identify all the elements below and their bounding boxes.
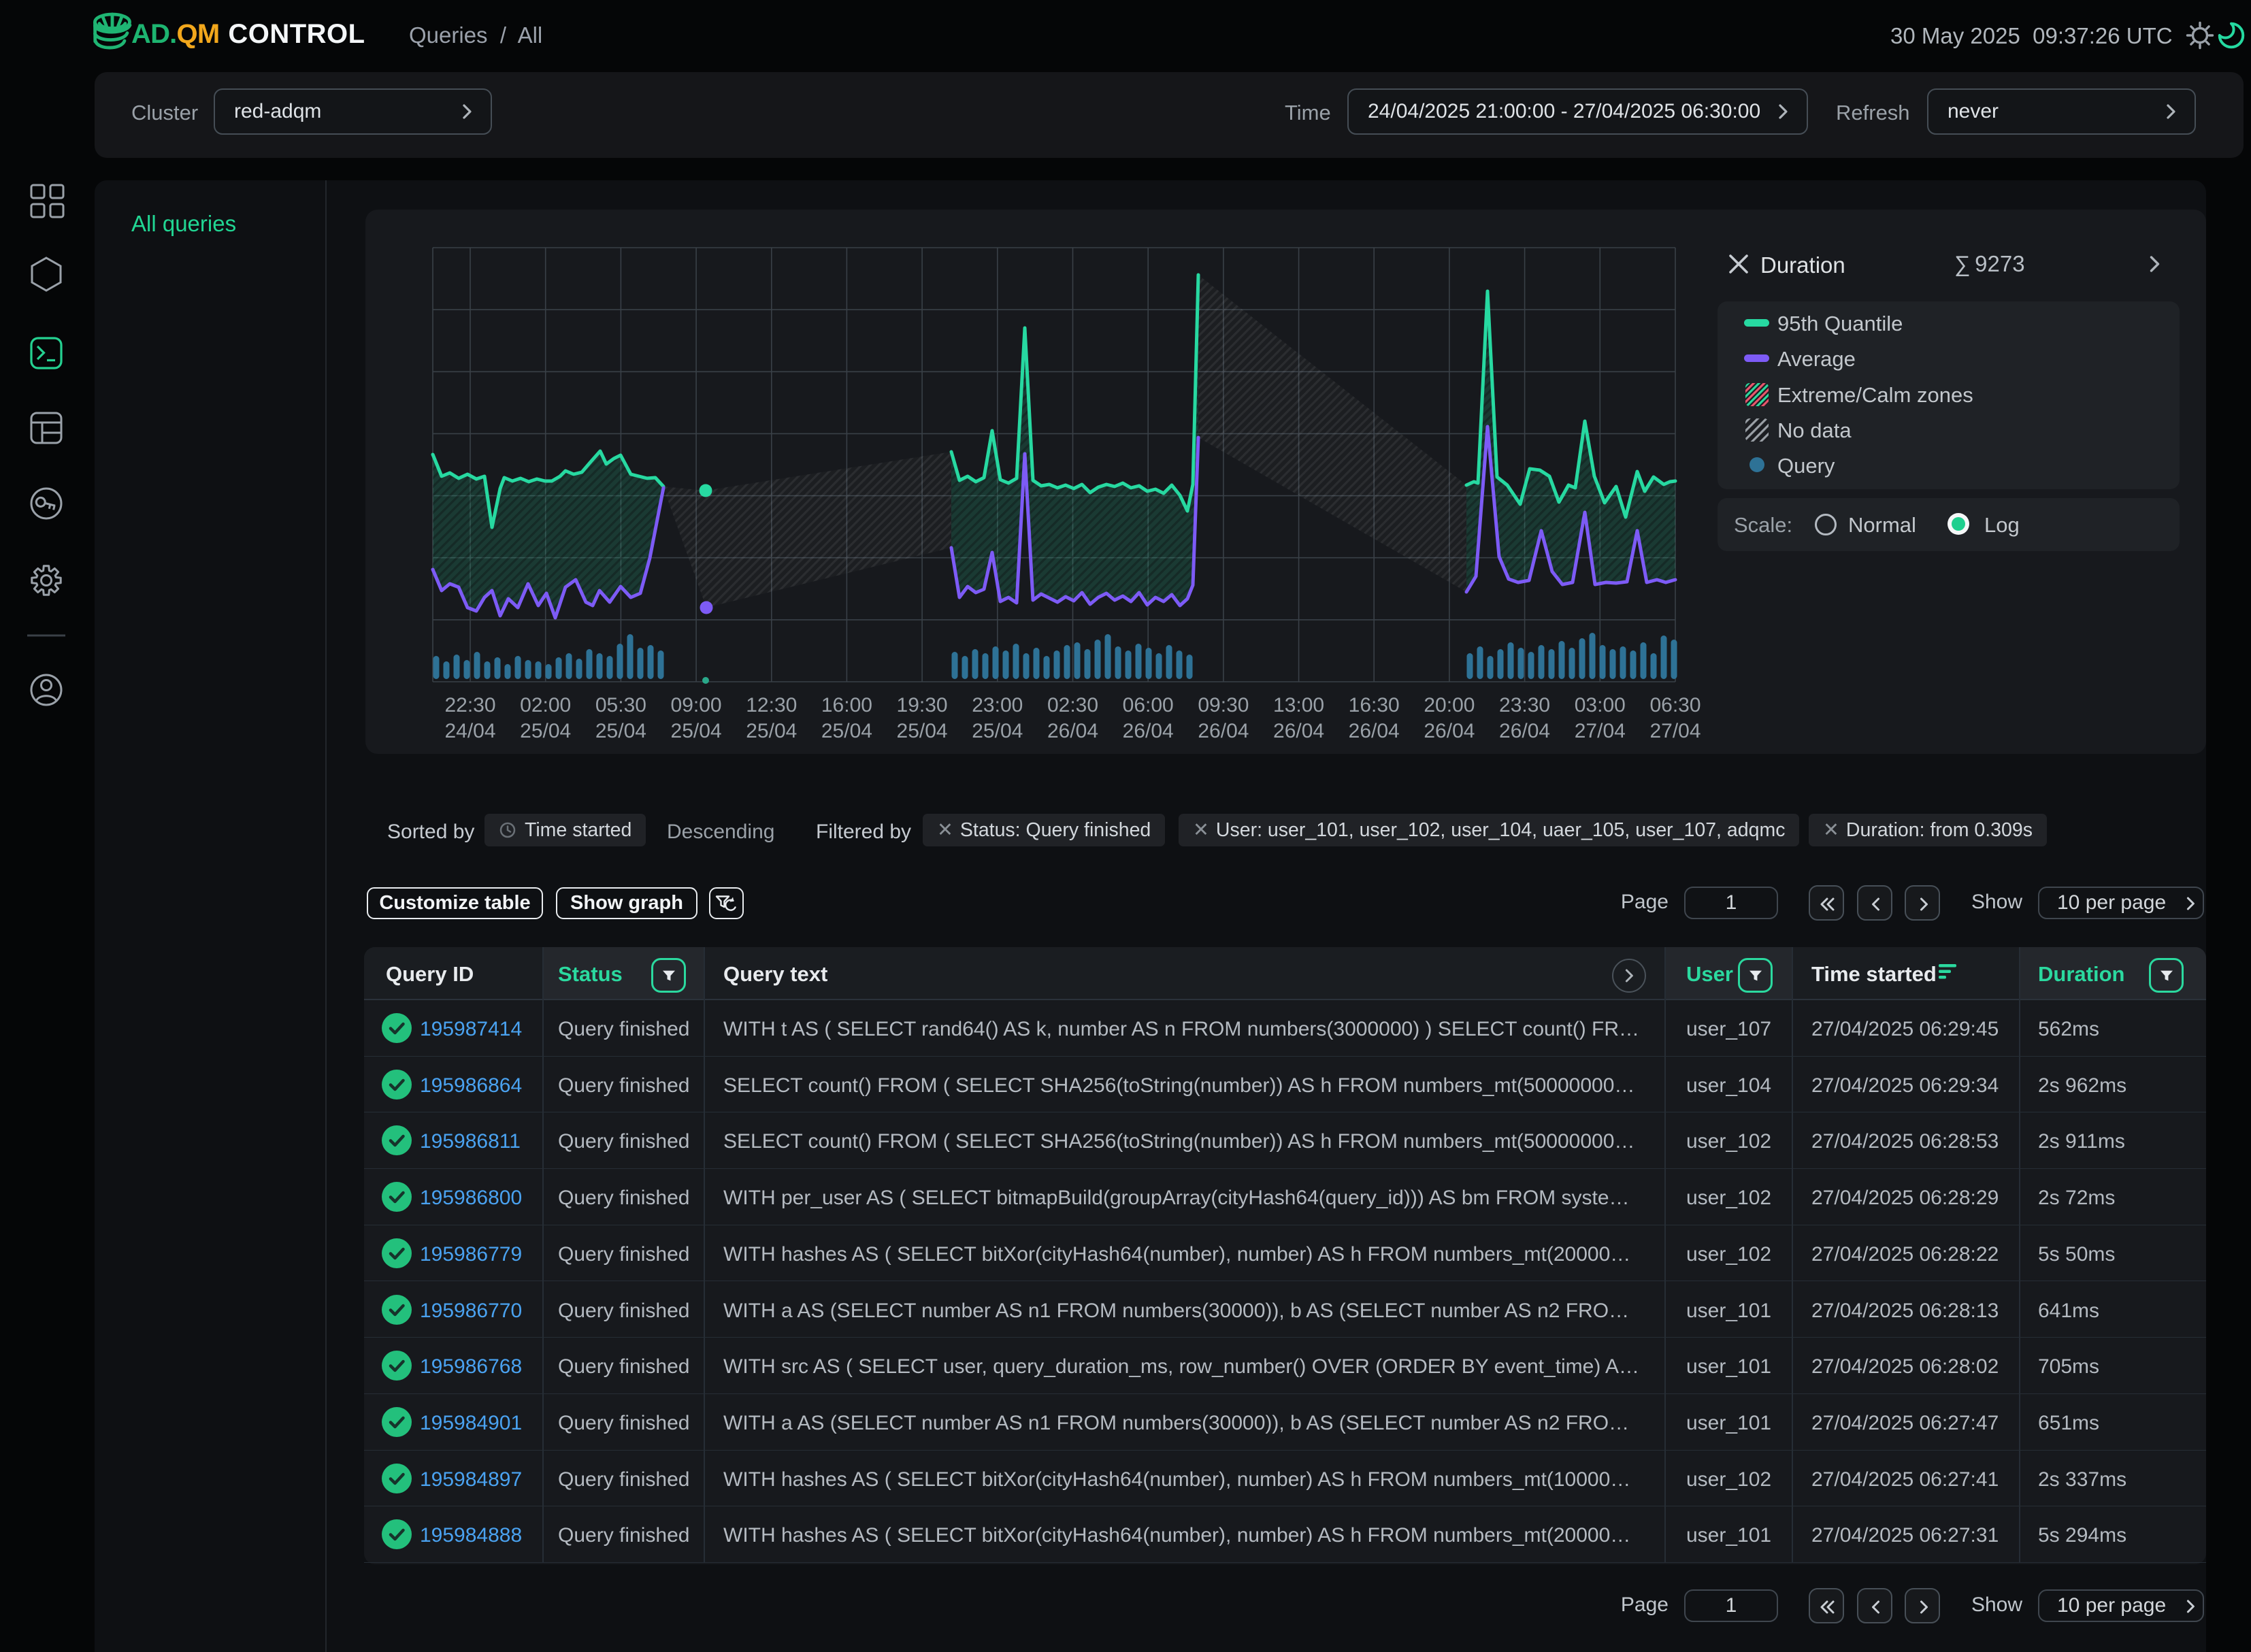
svg-text:26/04: 26/04 [1499, 720, 1550, 742]
svg-text:25/04: 25/04 [520, 720, 571, 742]
svg-text:06:00: 06:00 [1123, 694, 1174, 716]
svg-text:25/04: 25/04 [595, 720, 646, 742]
svg-text:25/04: 25/04 [671, 720, 722, 742]
svg-text:25/04: 25/04 [897, 720, 948, 742]
svg-text:26/04: 26/04 [1349, 720, 1400, 742]
svg-text:16:30: 16:30 [1349, 694, 1400, 716]
svg-text:05:30: 05:30 [595, 694, 646, 716]
svg-text:24/04: 24/04 [444, 720, 495, 742]
svg-text:26/04: 26/04 [1424, 720, 1475, 742]
svg-text:02:30: 02:30 [1047, 694, 1098, 716]
svg-text:25/04: 25/04 [972, 720, 1023, 742]
svg-text:16:00: 16:00 [821, 694, 872, 716]
svg-text:26/04: 26/04 [1123, 720, 1174, 742]
svg-text:26/04: 26/04 [1047, 720, 1098, 742]
svg-text:02:00: 02:00 [520, 694, 571, 716]
svg-text:09:30: 09:30 [1198, 694, 1249, 716]
svg-text:22:30: 22:30 [444, 694, 495, 716]
svg-text:25/04: 25/04 [746, 720, 797, 742]
svg-text:23:30: 23:30 [1499, 694, 1550, 716]
svg-text:06:30: 06:30 [1649, 694, 1700, 716]
svg-text:20:00: 20:00 [1424, 694, 1475, 716]
svg-text:27/04: 27/04 [1649, 720, 1700, 742]
svg-text:12:30: 12:30 [746, 694, 797, 716]
svg-text:19:30: 19:30 [897, 694, 948, 716]
svg-text:26/04: 26/04 [1273, 720, 1324, 742]
svg-text:27/04: 27/04 [1575, 720, 1626, 742]
svg-text:26/04: 26/04 [1198, 720, 1249, 742]
svg-text:09:00: 09:00 [671, 694, 722, 716]
svg-text:13:00: 13:00 [1273, 694, 1324, 716]
svg-text:03:00: 03:00 [1575, 694, 1626, 716]
svg-text:23:00: 23:00 [972, 694, 1023, 716]
svg-text:25/04: 25/04 [821, 720, 872, 742]
